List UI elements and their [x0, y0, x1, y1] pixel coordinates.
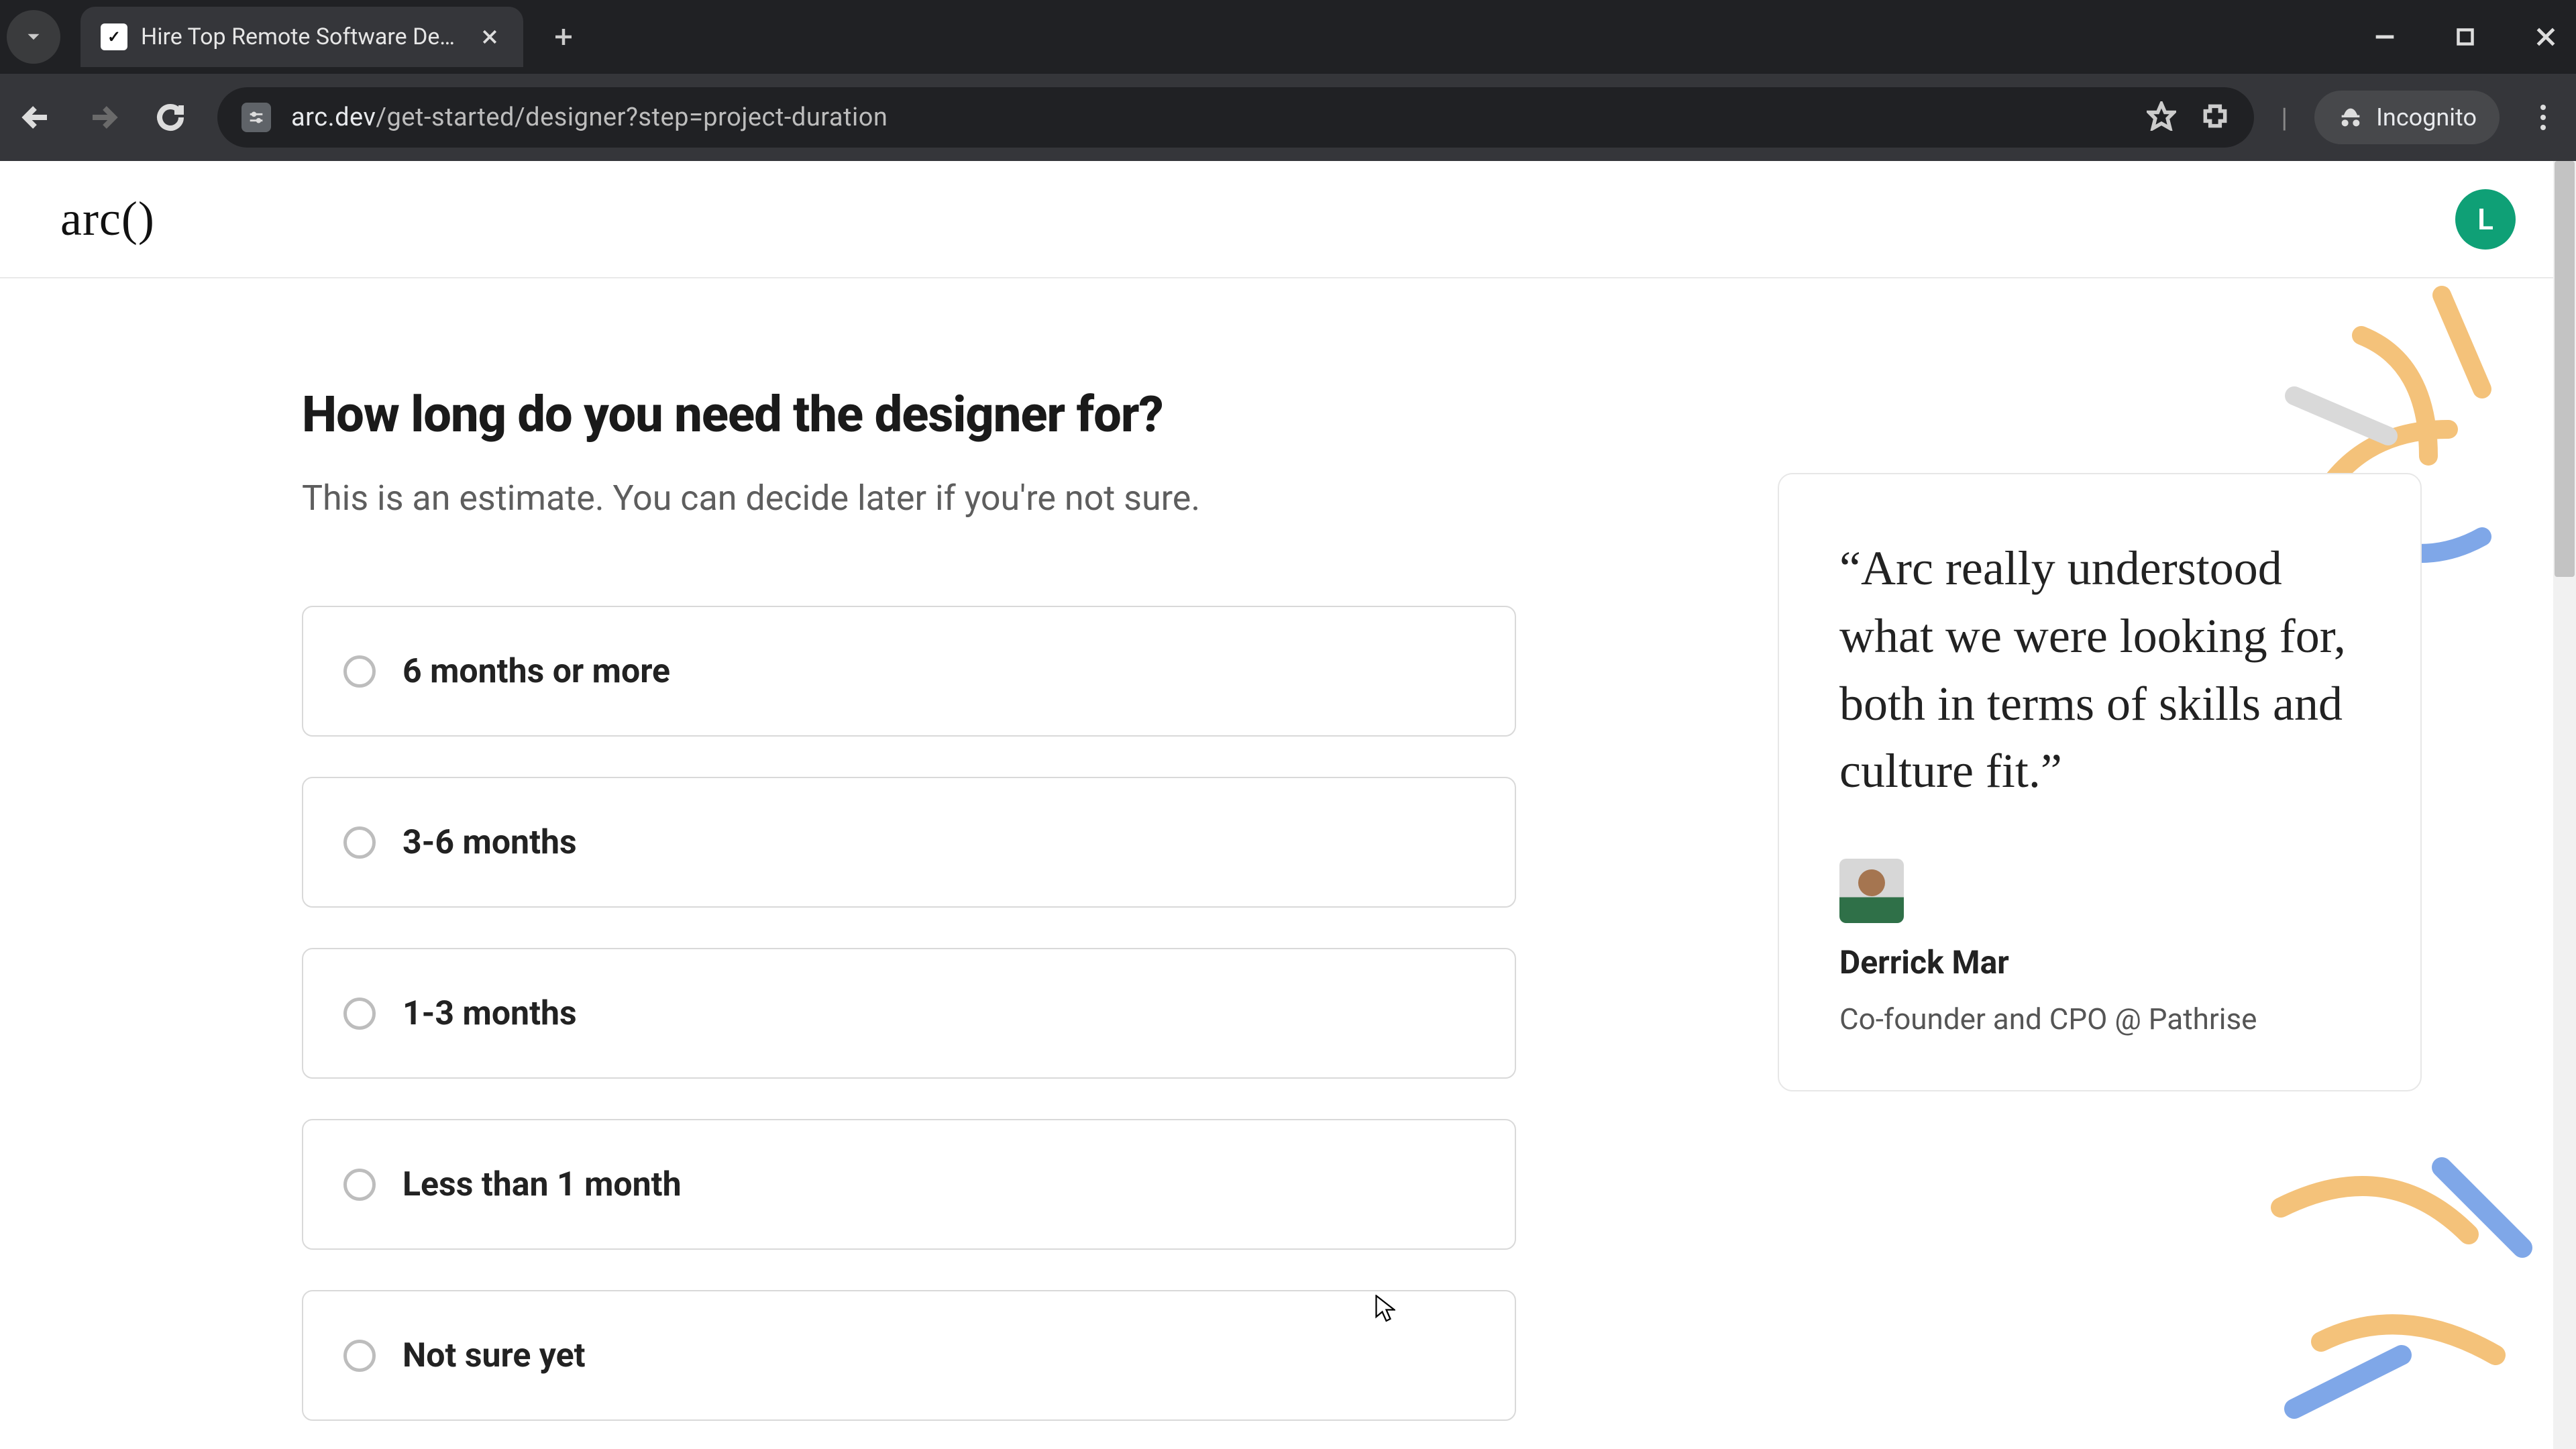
app-viewport: arc() L How long do you need the designe… — [0, 161, 2576, 1449]
new-tab-button[interactable] — [543, 17, 584, 57]
url-text: arc.dev/get-started/designer?step=projec… — [291, 103, 888, 132]
option-label: 6 months or more — [402, 652, 670, 691]
avatar[interactable]: L — [2455, 189, 2516, 250]
url-path: /get-started/designer?step=project-durat… — [376, 103, 888, 132]
option-label: 1-3 months — [402, 994, 577, 1033]
logo[interactable]: arc() — [60, 191, 155, 247]
nav-forward-button[interactable] — [83, 97, 123, 138]
star-icon — [2147, 101, 2176, 131]
incognito-indicator[interactable]: Incognito — [2314, 91, 2500, 144]
author-name: Derrick Mar — [1839, 943, 2360, 981]
reload-icon — [154, 101, 186, 133]
tabs-dropdown-button[interactable] — [7, 10, 60, 64]
incognito-icon — [2337, 104, 2364, 131]
maximize-icon — [2453, 25, 2477, 49]
option-not-sure-yet[interactable]: Not sure yet — [302, 1290, 1516, 1421]
author-avatar — [1839, 859, 1904, 923]
option-3-6-months[interactable]: 3-6 months — [302, 777, 1516, 908]
minimize-icon — [2371, 23, 2398, 50]
form-column: How long do you need the designer for? T… — [302, 386, 1516, 1421]
url-host: arc.dev — [291, 103, 376, 132]
browser-toolbar: arc.dev/get-started/designer?step=projec… — [0, 74, 2576, 161]
testimonial-author: Derrick Mar Co-founder and CPO @ Pathris… — [1839, 859, 2360, 1036]
close-icon — [480, 27, 500, 47]
arrow-left-icon — [20, 101, 52, 133]
tab-close-button[interactable] — [476, 23, 503, 50]
browser-tab[interactable]: ✓ Hire Top Remote Software Dev… — [80, 7, 523, 67]
main-content: How long do you need the designer for? T… — [0, 278, 2576, 1421]
browser-chrome: ✓ Hire Top Remote Software Dev… — [0, 0, 2576, 161]
option-label: 3-6 months — [402, 823, 577, 862]
address-bar[interactable]: arc.dev/get-started/designer?step=projec… — [217, 87, 2254, 148]
cursor-icon — [1375, 1295, 1395, 1322]
bookmark-button[interactable] — [2147, 101, 2176, 133]
option-label: Less than 1 month — [402, 1165, 682, 1204]
options-list: 6 months or more 3-6 months 1-3 months L… — [302, 606, 1516, 1421]
author-title: Co-founder and CPO @ Pathrise — [1839, 1002, 2360, 1036]
tune-icon — [247, 108, 266, 127]
puzzle-icon — [2200, 101, 2230, 131]
radio-icon — [343, 1340, 376, 1372]
site-info-button[interactable] — [241, 103, 271, 132]
page-subtext: This is an estimate. You can decide late… — [302, 478, 1516, 519]
window-minimize-button[interactable] — [2368, 20, 2402, 54]
tab-bar: ✓ Hire Top Remote Software Dev… — [0, 0, 2576, 74]
option-less-than-1-month[interactable]: Less than 1 month — [302, 1119, 1516, 1250]
incognito-label: Incognito — [2376, 103, 2477, 131]
radio-icon — [343, 655, 376, 688]
option-1-3-months[interactable]: 1-3 months — [302, 948, 1516, 1079]
option-6-months-or-more[interactable]: 6 months or more — [302, 606, 1516, 737]
window-controls — [2368, 0, 2563, 74]
tab-title: Hire Top Remote Software Dev… — [141, 23, 463, 50]
radio-icon — [343, 1169, 376, 1201]
radio-icon — [343, 826, 376, 859]
kebab-icon — [2540, 104, 2546, 131]
chevron-down-icon — [22, 25, 45, 48]
radio-icon — [343, 998, 376, 1030]
testimonial-quote: Arc really understood what we were looki… — [1839, 535, 2360, 805]
favicon: ✓ — [101, 23, 127, 50]
plus-icon — [551, 25, 576, 49]
extensions-button[interactable] — [2200, 101, 2230, 133]
app-header: arc() L — [0, 161, 2576, 278]
close-icon — [2532, 23, 2559, 50]
window-close-button[interactable] — [2529, 20, 2563, 54]
nav-reload-button[interactable] — [150, 97, 191, 138]
scrollbar-thumb[interactable] — [2555, 161, 2575, 577]
window-maximize-button[interactable] — [2449, 20, 2482, 54]
arrow-right-icon — [87, 101, 119, 133]
scrollbar-track[interactable] — [2553, 161, 2576, 1449]
nav-back-button[interactable] — [16, 97, 56, 138]
testimonial-card: Arc really understood what we were looki… — [1778, 473, 2422, 1091]
option-label: Not sure yet — [402, 1336, 586, 1375]
browser-menu-button[interactable] — [2526, 104, 2560, 131]
page-title: How long do you need the designer for? — [302, 386, 1516, 444]
